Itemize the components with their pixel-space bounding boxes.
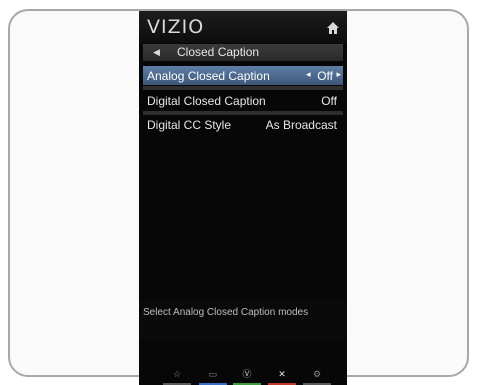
menu-title-bar[interactable]: ◀ Closed Caption [143, 44, 343, 61]
tv-menu-panel: VIZIO ◀ Closed Caption Analog Closed Cap… [139, 11, 347, 385]
home-icon[interactable] [327, 22, 339, 34]
bottom-button-bar: ☆ ▭ Ⓥ ✕ ⚙ [139, 367, 347, 385]
menu-title: Closed Caption [177, 45, 260, 59]
close-icon: ✕ [278, 369, 286, 379]
vizio-button[interactable]: Ⓥ [229, 367, 265, 385]
right-arrow-icon[interactable]: ▸ [336, 69, 341, 80]
input-icon: ▭ [208, 369, 218, 379]
exit-button[interactable]: ✕ [264, 367, 300, 385]
menu-item-value: Off [321, 94, 337, 108]
menu-item-digital-cc-style[interactable]: Digital CC Style As Broadcast [143, 115, 343, 134]
input-button[interactable]: ▭ [195, 367, 231, 385]
status-text: Select Analog Closed Caption modes [143, 307, 309, 318]
gear-icon: ⚙ [312, 369, 322, 379]
brand-logo: VIZIO [147, 16, 205, 38]
menu-item-value: Off [317, 69, 333, 83]
menu-item-value: As Broadcast [265, 118, 337, 132]
status-area [139, 300, 347, 340]
menu-item-label: Analog Closed Caption [147, 69, 270, 83]
left-arrow-icon[interactable]: ◂ [306, 69, 311, 80]
menu-header: VIZIO [139, 11, 347, 43]
settings-button[interactable]: ⚙ [299, 367, 335, 385]
menu-item-label: Digital Closed Caption [147, 94, 266, 108]
menu-item-analog-closed-caption[interactable]: Analog Closed Caption ◂ Off ▸ [143, 66, 343, 85]
star-icon: ☆ [172, 369, 182, 379]
vizio-v-icon: Ⓥ [242, 369, 252, 379]
divider [143, 86, 343, 90]
menu-item-digital-closed-caption[interactable]: Digital Closed Caption Off [143, 91, 343, 110]
menu-item-label: Digital CC Style [147, 118, 232, 132]
back-arrow-icon[interactable]: ◀ [153, 47, 160, 58]
star-button[interactable]: ☆ [159, 367, 195, 385]
